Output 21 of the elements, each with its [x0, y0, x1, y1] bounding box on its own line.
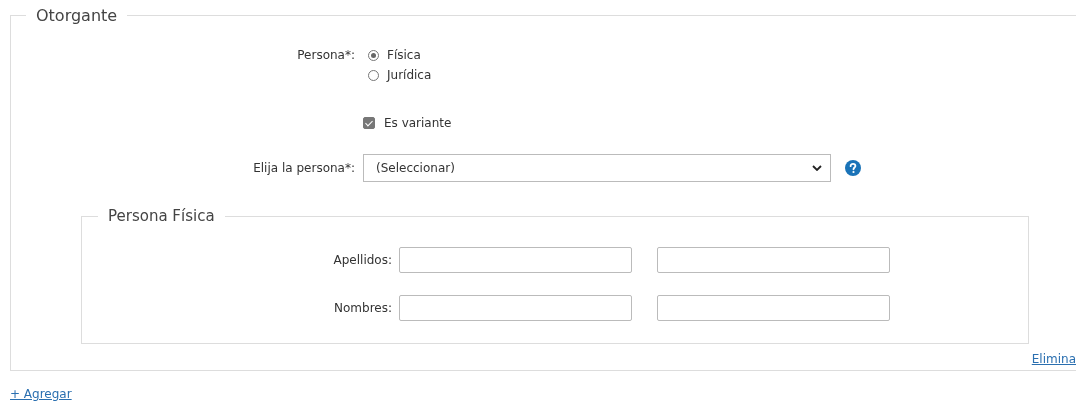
- radio-option[interactable]: Jurídica: [368, 68, 432, 82]
- field-label: Nombres:: [333, 301, 393, 315]
- radio-label: Jurídica: [387, 68, 432, 82]
- input-field[interactable]: [657, 247, 890, 273]
- radio-label: Física: [387, 48, 421, 62]
- field-label: Apellidos:: [332, 253, 393, 267]
- field-label: Elija la persona*:: [252, 161, 356, 175]
- input-field[interactable]: [657, 295, 890, 321]
- help-icon[interactable]: [845, 160, 861, 176]
- person-dropdown[interactable]: (Seleccionar): [363, 154, 831, 182]
- section-title: Otorgante: [35, 6, 119, 25]
- checkbox[interactable]: [363, 117, 375, 129]
- field-label: Persona*:: [296, 48, 356, 62]
- input-field[interactable]: [399, 247, 632, 273]
- chevron-down-icon: [812, 165, 822, 171]
- add-link[interactable]: + Agregar: [10, 387, 72, 401]
- section-title: Persona Física: [107, 207, 216, 225]
- remove-link[interactable]: Elimina: [1031, 352, 1076, 366]
- input-field[interactable]: [399, 295, 632, 321]
- radio-option[interactable]: Física: [368, 48, 432, 62]
- checkbox-label: Es variante: [384, 116, 452, 130]
